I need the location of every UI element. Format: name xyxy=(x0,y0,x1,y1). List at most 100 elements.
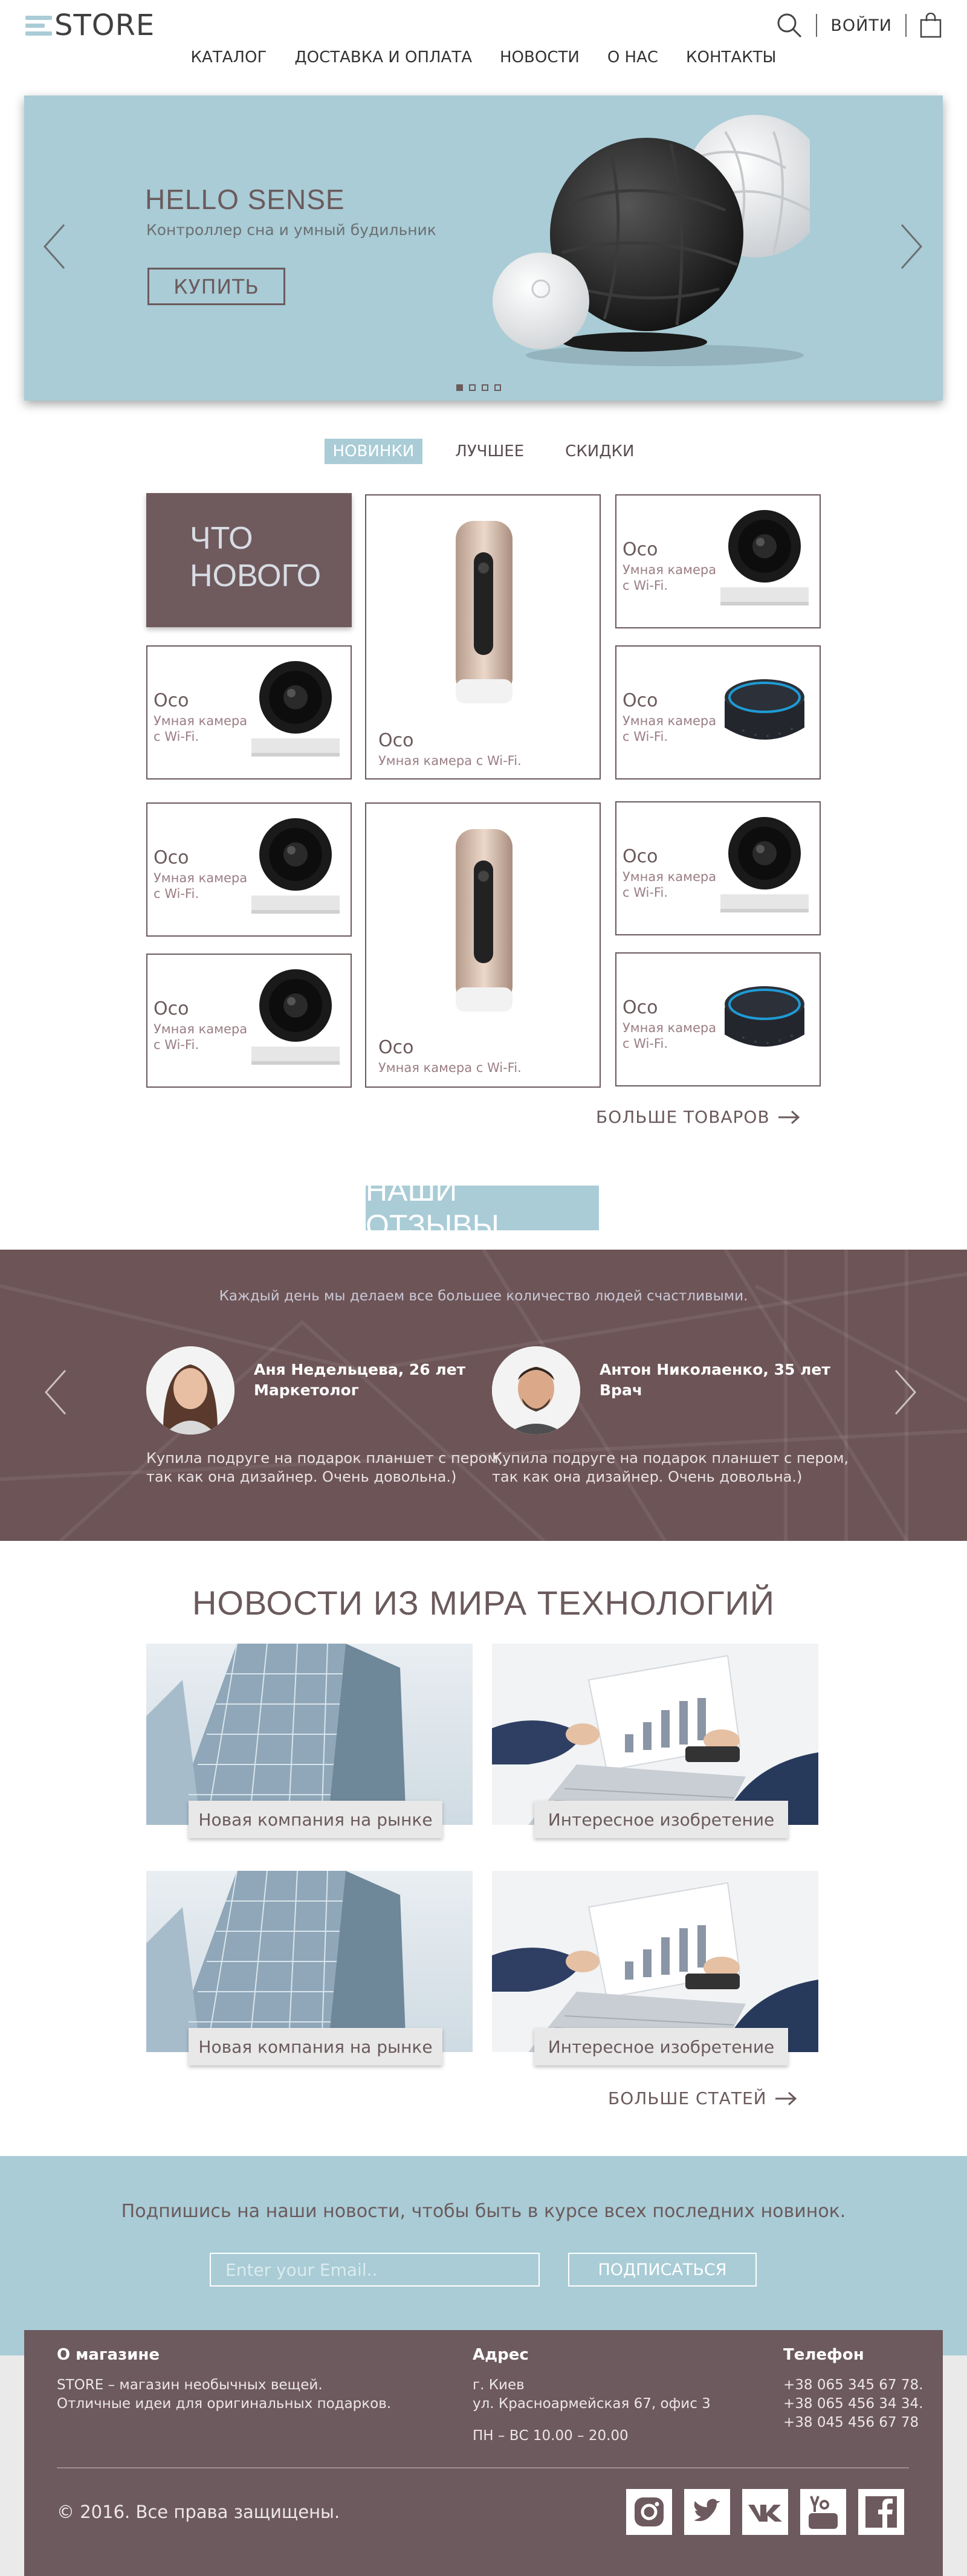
news-image xyxy=(492,1871,818,2052)
twitter-icon[interactable] xyxy=(684,2489,730,2535)
nav-news[interactable]: НОВОСТИ xyxy=(495,47,584,68)
footer-phones: +38 065 345 67 78. +38 065 456 34 34. +3… xyxy=(783,2376,923,2432)
product-tabs: НОВИНКИ ЛУЧШЕЕ СКИДКИ xyxy=(0,439,967,464)
copyright: © 2016. Все права защищены. xyxy=(57,2502,340,2522)
youtube-icon[interactable] xyxy=(800,2489,846,2535)
footer-about-line: STORE – магазин необычных вещей. xyxy=(57,2377,323,2393)
login-button[interactable]: ВОЙТИ xyxy=(830,16,892,35)
phone-number[interactable]: +38 065 345 67 78. xyxy=(783,2376,923,2395)
product-desc: Умная камера с Wi-Fi. xyxy=(154,713,247,744)
office-photo xyxy=(492,1871,818,2052)
more-articles-link[interactable]: БОЛЬШЕ СТАТЕЙ xyxy=(608,2088,797,2108)
review-text-line: так как она дизайнер. Очень довольна.) xyxy=(492,1468,803,1485)
product-card[interactable]: Oco Умная камера с Wi-Fi. xyxy=(146,645,352,780)
product-desc-line: Умная камера xyxy=(623,714,717,728)
product-card[interactable]: Oco Умная камера с Wi-Fi. xyxy=(146,954,352,1088)
reviewer-fullname: Антон Николаенко, 35 лет xyxy=(600,1361,830,1378)
reviews-section: Каждый день мы делаем все большее количе… xyxy=(0,1250,967,1541)
nav-contacts[interactable]: КОНТАКТЫ xyxy=(681,47,781,68)
product-desc-line: Умная камера xyxy=(623,563,717,577)
arrow-right-icon xyxy=(775,2091,797,2105)
cart-icon[interactable] xyxy=(920,13,942,38)
product-card[interactable]: Oco Умная камера с Wi-Fi. xyxy=(615,801,821,935)
camera-icon xyxy=(251,969,340,1065)
product-desc-line: с Wi-Fi. xyxy=(623,1036,668,1051)
review-text-line: Купила подруге на подарок планшет с перо… xyxy=(146,1450,503,1467)
product-card[interactable]: Oco Умная камера с Wi-Fi. xyxy=(615,952,821,1086)
reviews-next-icon[interactable] xyxy=(893,1368,917,1416)
footer: О магазине STORE – магазин необычных вещ… xyxy=(24,2330,943,2576)
facebook-icon[interactable] xyxy=(858,2489,904,2535)
phone-number[interactable]: +38 045 456 67 78 xyxy=(783,2413,923,2432)
vk-icon[interactable] xyxy=(742,2489,788,2535)
slider-dot[interactable] xyxy=(482,384,488,391)
reviewer-fullname: Аня Недельцева, 26 лет xyxy=(254,1361,466,1378)
tab-sale[interactable]: СКИДКИ xyxy=(557,439,642,464)
nav-delivery[interactable]: ДОСТАВКА И ОПЛАТА xyxy=(289,47,477,68)
review-text-line: так как она дизайнер. Очень довольна.) xyxy=(146,1468,457,1485)
tab-best[interactable]: ЛУЧШЕЕ xyxy=(447,439,532,464)
product-name: Oco xyxy=(154,998,189,1019)
product-card[interactable]: Oco Умная камера с Wi-Fi. xyxy=(146,802,352,937)
logo[interactable]: STORE xyxy=(25,8,155,42)
slider-dot[interactable] xyxy=(456,384,463,391)
footer-address-line: ул. Красноармейская 67, офис 3 xyxy=(473,2396,711,2412)
camera-tower-icon xyxy=(456,521,513,703)
reviews-tagline: Каждый день мы делаем все большее количе… xyxy=(219,1288,748,1304)
product-name: Oco xyxy=(154,690,189,711)
product-desc-line: Умная камера xyxy=(154,871,248,885)
reviews-prev-icon[interactable] xyxy=(44,1368,68,1416)
building-photo xyxy=(146,1871,473,2052)
product-card[interactable]: Oco Умная камера с Wi-Fi. xyxy=(365,802,601,1088)
news-card[interactable]: Новая компания на рынке xyxy=(146,1871,473,2065)
product-desc: Умная камера с Wi-Fi. xyxy=(154,1021,247,1053)
product-desc-line: Умная камера xyxy=(154,714,248,728)
product-desc: Умная камера с Wi-Fi. xyxy=(154,870,247,902)
product-desc-line: с Wi-Fi. xyxy=(154,1038,199,1052)
footer-address-title: Адрес xyxy=(473,2346,529,2364)
whats-new-title: ЧТО НОВОГО xyxy=(190,520,321,595)
news-title-label: Новая компания на рынке xyxy=(189,1801,442,1838)
nav-catalog[interactable]: КАТАЛОГ xyxy=(186,47,272,68)
subscribe-button[interactable]: ПОДПИСАТЬСЯ xyxy=(568,2253,757,2287)
reviewer-role: Маркетолог xyxy=(254,1381,359,1399)
tab-new[interactable]: НОВИНКИ xyxy=(324,439,423,464)
product-desc: Умная камера с Wi-Fi. xyxy=(378,1060,522,1075)
avatar xyxy=(492,1346,580,1435)
nav-about[interactable]: О НАС xyxy=(603,47,663,68)
news-card[interactable]: Интересное изобретение xyxy=(492,1871,818,2065)
product-card[interactable]: Oco Умная камера с Wi-Fi. xyxy=(365,494,601,780)
phone-number[interactable]: +38 065 456 34 34. xyxy=(783,2395,923,2413)
footer-about-title: О магазине xyxy=(57,2346,160,2364)
arrow-right-icon xyxy=(778,1110,800,1124)
divider xyxy=(905,14,907,37)
hero-product-image xyxy=(493,115,810,366)
email-field[interactable] xyxy=(210,2253,540,2287)
speaker-icon xyxy=(725,679,804,740)
slider-dot[interactable] xyxy=(469,384,476,391)
product-desc: Умная камера с Wi-Fi. xyxy=(623,562,716,593)
news-image xyxy=(146,1644,473,1825)
slider-dot[interactable] xyxy=(494,384,501,391)
instagram-icon[interactable] xyxy=(626,2489,672,2535)
buy-button[interactable]: КУПИТЬ xyxy=(147,268,285,305)
hero-title: HELLO SENSE xyxy=(145,184,345,215)
search-icon[interactable] xyxy=(776,12,803,39)
product-card[interactable]: Oco Умная камера с Wi-Fi. xyxy=(615,494,821,628)
slider-prev-icon[interactable] xyxy=(42,222,66,271)
news-card[interactable]: Новая компания на рынке xyxy=(146,1644,473,1838)
news-card[interactable]: Интересное изобретение xyxy=(492,1644,818,1838)
product-desc: Умная камера с Wi-Fi. xyxy=(623,1020,716,1051)
product-desc: Умная камера с Wi-Fi. xyxy=(623,869,716,900)
product-name: Oco xyxy=(378,1037,414,1058)
reviewer-name: Аня Недельцева, 26 лет Маркетолог xyxy=(254,1360,465,1401)
news-title-label: Новая компания на рынке xyxy=(189,2028,442,2065)
product-card[interactable]: Oco Умная камера с Wi-Fi. xyxy=(615,645,821,780)
more-articles-label: БОЛЬШЕ СТАТЕЙ xyxy=(608,2088,767,2108)
more-products-link[interactable]: БОЛЬШЕ ТОВАРОВ xyxy=(596,1107,800,1127)
news-title-label: Интересное изобретение xyxy=(534,1801,788,1838)
product-desc-line: с Wi-Fi. xyxy=(623,729,668,744)
reviewer-name: Антон Николаенко, 35 лет Врач xyxy=(600,1360,830,1401)
slider-next-icon[interactable] xyxy=(899,222,923,271)
product-desc-line: с Wi-Fi. xyxy=(154,886,199,901)
